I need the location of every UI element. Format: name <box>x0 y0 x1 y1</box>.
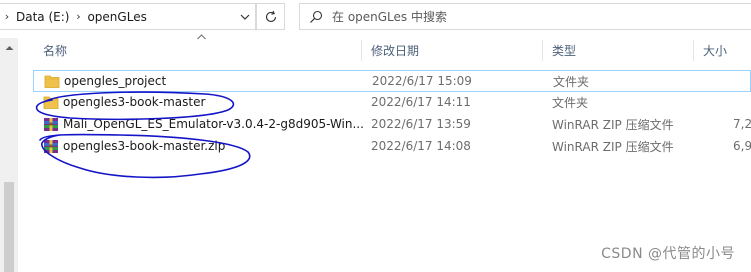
folder-icon <box>43 96 59 109</box>
breadcrumb-drive[interactable]: Data (E:) <box>14 10 71 24</box>
scroll-up-arrow-icon[interactable] <box>0 40 18 56</box>
search-input[interactable]: 在 openGLes 中搜索 <box>299 3 751 30</box>
search-icon <box>300 4 332 29</box>
breadcrumb-chevron-icon[interactable]: › <box>71 10 85 23</box>
navigation-pane-scrollbar[interactable] <box>0 38 18 272</box>
address-bar[interactable]: › Data (E:) › openGLes <box>0 3 256 30</box>
scrollbar-thumb[interactable] <box>4 182 14 272</box>
file-name: opengles_project <box>64 74 167 88</box>
file-row[interactable]: opengles_project 2022/6/17 15:09 文件夹 <box>33 70 751 92</box>
file-row[interactable]: opengles3-book-master.zip 2022/6/17 14:0… <box>33 136 751 158</box>
csdn-watermark: CSDN @代管的小号 <box>601 246 735 262</box>
column-header: 名称 修改日期 类型 大小 <box>33 34 751 63</box>
column-size[interactable]: 大小 <box>703 38 727 63</box>
file-type: 文件夹 <box>553 74 590 89</box>
file-date: 2022/6/17 14:11 <box>371 95 471 109</box>
file-type: WinRAR ZIP 压缩文件 <box>552 117 674 132</box>
breadcrumb-chevron-icon[interactable]: › <box>0 10 14 23</box>
refresh-button[interactable] <box>256 3 285 30</box>
file-explorer-window: › Data (E:) › openGLes 在 openGLes 中搜索 名称… <box>0 0 751 272</box>
breadcrumb-folder[interactable]: openGLes <box>85 10 148 24</box>
file-name: Mali_OpenGL_ES_Emulator-v3.0.4-2-g8d905-… <box>63 117 364 131</box>
file-name: opengles3-book-master <box>63 95 206 109</box>
file-date: 2022/6/17 15:09 <box>372 74 472 88</box>
column-name[interactable]: 名称 <box>43 38 67 63</box>
file-row[interactable]: Mali_OpenGL_ES_Emulator-v3.0.4-2-g8d905-… <box>33 114 751 136</box>
column-divider[interactable] <box>361 40 362 61</box>
search-placeholder: 在 openGLes 中搜索 <box>332 10 447 24</box>
file-size: 7,2 <box>733 117 751 131</box>
address-history-chevron-down-icon[interactable] <box>234 4 255 29</box>
file-name: opengles3-book-master.zip <box>63 139 226 153</box>
column-divider[interactable] <box>542 40 543 61</box>
file-date: 2022/6/17 14:08 <box>371 139 471 153</box>
file-size: 6,9 <box>733 139 751 153</box>
file-type: WinRAR ZIP 压缩文件 <box>552 139 674 154</box>
file-row[interactable]: opengles3-book-master 2022/6/17 14:11 文件… <box>33 92 751 114</box>
column-divider[interactable] <box>693 40 694 61</box>
file-type: 文件夹 <box>552 95 589 110</box>
file-date: 2022/6/17 13:59 <box>371 117 471 131</box>
folder-icon <box>44 75 60 88</box>
navigation-bar: › Data (E:) › openGLes 在 openGLes 中搜索 <box>0 0 751 33</box>
column-date-modified[interactable]: 修改日期 <box>371 38 419 63</box>
winrar-zip-icon <box>44 118 58 131</box>
sort-ascending-icon <box>197 34 206 40</box>
refresh-icon <box>265 10 276 22</box>
winrar-zip-icon <box>44 140 58 153</box>
column-type[interactable]: 类型 <box>552 38 576 63</box>
